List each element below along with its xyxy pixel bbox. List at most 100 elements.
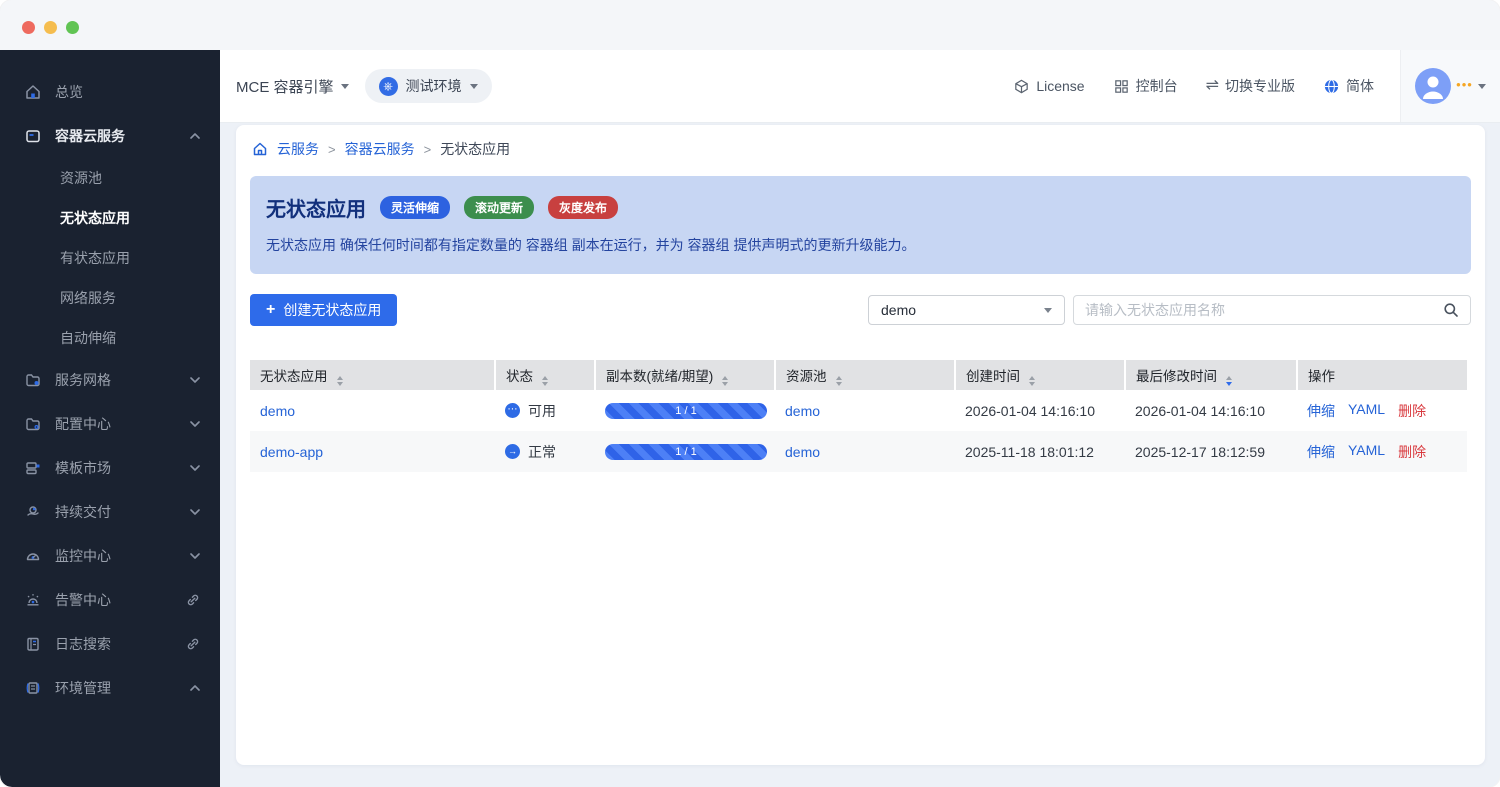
chevron-down-icon [469, 83, 478, 89]
scale-action[interactable]: 伸缩 [1307, 401, 1335, 421]
column-label: 创建时间 [966, 368, 1020, 384]
switch-pro-link[interactable]: ⇌ 切换专业版 [1206, 76, 1295, 96]
sidebar-subitem-label: 资源池 [60, 170, 102, 186]
sort-toggle[interactable] [542, 375, 548, 386]
sort-toggle[interactable] [1029, 375, 1035, 386]
column-header-pool[interactable]: 资源池 [775, 360, 956, 390]
column-header-modified[interactable]: 最后修改时间 [1125, 360, 1298, 390]
language-label: 简体 [1346, 78, 1374, 94]
external-link-icon [187, 594, 199, 606]
scale-action[interactable]: 伸缩 [1307, 442, 1335, 462]
sidebar-item-container-cloud-service[interactable]: 容器云服务 [0, 114, 220, 158]
sidebar-item-label: 服务网格 [55, 372, 111, 388]
sort-toggle[interactable] [835, 375, 842, 386]
sidebar-item-overview[interactable]: 总览 [0, 70, 220, 114]
search-input[interactable] [1085, 302, 1443, 318]
column-header-created[interactable]: 创建时间 [955, 360, 1126, 390]
badge-gray-release: 灰度发布 [548, 196, 619, 219]
user-avatar [1415, 68, 1452, 104]
license-icon [1015, 79, 1029, 93]
page-card: 云服务 > 容器云服务 > 无状态应用 无状态应用 灵活伸缩 滚动更新 灰度发布… [236, 125, 1485, 765]
stateless-apps-table: 无状态应用 状态 副本数(就绪/期望) 资源池 创建时间 最后修改时间 操作 d… [250, 360, 1467, 472]
chevron-down-icon [190, 421, 200, 427]
sidebar-subitem-autoscaling[interactable]: 自动伸缩 [0, 318, 220, 358]
page-title: 无状态应用 [266, 199, 366, 221]
delete-action[interactable]: 删除 [1398, 442, 1426, 462]
app-name-link[interactable]: demo [260, 403, 295, 419]
column-header-name[interactable]: 无状态应用 [250, 360, 496, 390]
breadcrumb-container-cloud[interactable]: 容器云服务 [345, 139, 415, 159]
console-icon [1114, 79, 1128, 93]
app-name-link[interactable]: demo-app [260, 444, 323, 460]
chevron-down-icon [190, 465, 200, 471]
sort-toggle[interactable] [336, 375, 343, 386]
delete-action[interactable]: 删除 [1398, 401, 1426, 421]
sidebar-item-config-center[interactable]: 配置中心 [0, 402, 220, 446]
top-header: MCE 容器引擎 ⎈ 测试环境 License 控制台 ⇌ 切换专业版 简体 •… [220, 50, 1500, 122]
toolbar: + 创建无状态应用 demo [250, 294, 1471, 326]
sidebar-subitem-stateless-apps[interactable]: 无状态应用 [0, 198, 220, 238]
language-link[interactable]: 简体 [1323, 76, 1374, 96]
sidebar-subitem-stateful-apps[interactable]: 有状态应用 [0, 238, 220, 278]
config-center-icon [26, 418, 40, 431]
env-management-icon [26, 682, 40, 694]
window-titlebar [0, 0, 1500, 50]
minimize-window-button[interactable] [44, 21, 57, 34]
column-header-replicas[interactable]: 副本数(就绪/期望) [595, 360, 776, 390]
alert-center-icon [27, 594, 39, 606]
create-stateless-app-button[interactable]: + 创建无状态应用 [250, 294, 398, 326]
zoom-window-button[interactable] [66, 21, 79, 34]
status-cell: 正常 [505, 442, 585, 462]
row-actions: 伸缩 YAML 删除 [1307, 442, 1457, 462]
modified-time: 2026-01-04 14:16:10 [1135, 402, 1265, 419]
toolbar-right: demo [868, 295, 1471, 325]
console-link[interactable]: 控制台 [1113, 76, 1178, 96]
sidebar-item-label: 容器云服务 [55, 128, 125, 144]
sidebar-item-alert-center[interactable]: 告警中心 [0, 578, 220, 622]
environment-selector[interactable]: ⎈ 测试环境 [364, 69, 492, 103]
banner-title-row: 无状态应用 灵活伸缩 滚动更新 灰度发布 [266, 193, 1455, 222]
pool-link[interactable]: demo [785, 444, 820, 460]
column-label: 状态 [506, 368, 533, 384]
pool-filter-select[interactable]: demo [868, 295, 1065, 325]
breadcrumb-separator: > [328, 141, 336, 157]
search-box [1073, 295, 1471, 325]
pool-filter-value: demo [881, 302, 917, 318]
sort-toggle[interactable] [722, 375, 729, 386]
sidebar: 总览 容器云服务 资源池 无状态应用 有状态应用 网络服务 自动伸缩 服务网格 … [0, 50, 220, 787]
pool-link[interactable]: demo [785, 403, 820, 419]
sidebar-item-label: 配置中心 [55, 416, 111, 432]
service-mesh-icon [26, 374, 40, 387]
search-icon[interactable] [1443, 302, 1459, 318]
sidebar-item-label: 环境管理 [55, 680, 111, 696]
sidebar-item-template-market[interactable]: 模板市场 [0, 446, 220, 490]
main-content: 云服务 > 容器云服务 > 无状态应用 无状态应用 灵活伸缩 滚动更新 灰度发布… [220, 122, 1500, 787]
breadcrumb-cloud-services[interactable]: 云服务 [277, 139, 319, 159]
sidebar-item-label: 监控中心 [55, 548, 111, 564]
globe-icon [1324, 78, 1339, 94]
sort-toggle-active-desc[interactable] [1226, 375, 1232, 386]
column-label: 操作 [1308, 369, 1335, 384]
container-service-icon [26, 130, 40, 143]
sidebar-item-continuous-delivery[interactable]: 持续交付 [0, 490, 220, 534]
sidebar-item-service-mesh[interactable]: 服务网格 [0, 358, 220, 402]
column-header-status[interactable]: 状态 [495, 360, 596, 390]
home-icon [26, 85, 40, 99]
yaml-action[interactable]: YAML [1348, 442, 1385, 462]
continuous-delivery-icon [27, 506, 39, 516]
sidebar-subitem-network-service[interactable]: 网络服务 [0, 278, 220, 318]
sidebar-item-log-search[interactable]: 日志搜索 [0, 622, 220, 666]
external-link-icon [187, 638, 199, 650]
chevron-up-icon [190, 685, 200, 691]
sidebar-item-label: 日志搜索 [55, 636, 111, 652]
license-link[interactable]: License [1013, 78, 1085, 95]
sidebar-item-monitor-center[interactable]: 监控中心 [0, 534, 220, 578]
account-menu[interactable]: ••• [1400, 50, 1500, 122]
yaml-action[interactable]: YAML [1348, 401, 1385, 421]
sidebar-item-env-management[interactable]: 环境管理 [0, 666, 220, 710]
close-window-button[interactable] [22, 21, 35, 34]
product-switcher[interactable]: MCE 容器引擎 [236, 76, 349, 97]
sidebar-subitem-resource-pool[interactable]: 资源池 [0, 158, 220, 198]
console-label: 控制台 [1135, 78, 1178, 94]
app-window: 总览 容器云服务 资源池 无状态应用 有状态应用 网络服务 自动伸缩 服务网格 … [0, 0, 1500, 787]
